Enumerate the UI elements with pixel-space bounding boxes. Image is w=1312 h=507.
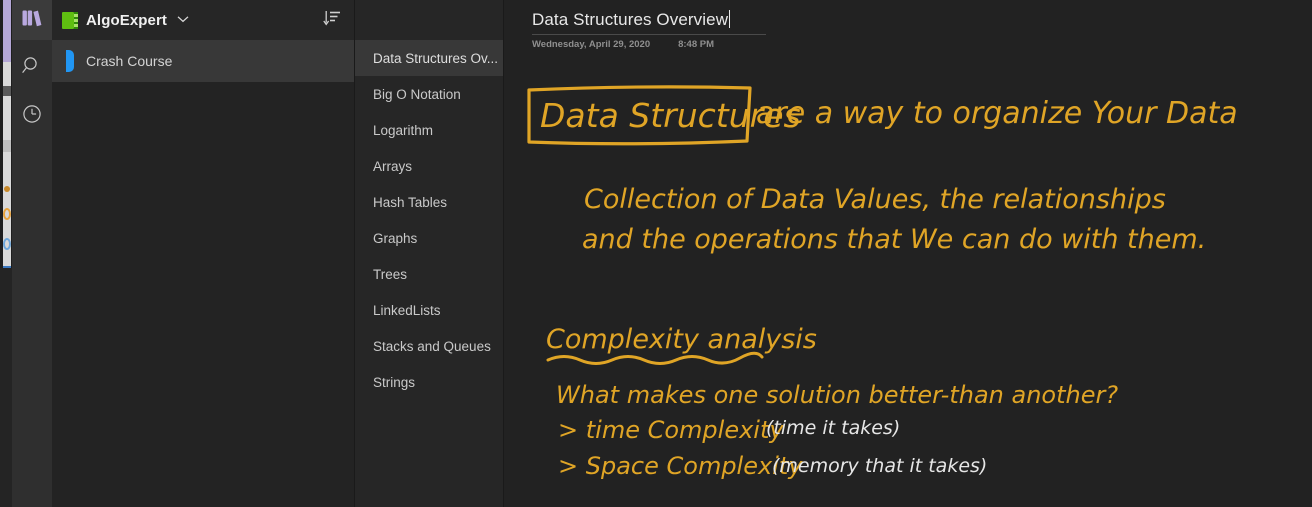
- ink-heading-boxed: Data Structures: [540, 96, 801, 135]
- background-window-ring-amber: [3, 208, 11, 220]
- recent-notes-icon: [21, 103, 43, 130]
- page-item-label: Strings: [373, 374, 416, 390]
- page-item-label: Logarithm: [373, 122, 434, 138]
- page-item-strings[interactable]: Strings: [355, 364, 503, 400]
- page-item-label: Data Structures Ov...: [373, 50, 499, 66]
- note-time[interactable]: 8:48 PM: [678, 39, 714, 50]
- ink-body-line-2: and the operations that We can do with t…: [582, 224, 1206, 255]
- page-item-stacks-and-queues[interactable]: Stacks and Queues: [355, 328, 503, 364]
- section-color-tab-icon: [66, 50, 74, 72]
- note-title-input[interactable]: Data Structures Overview: [532, 10, 772, 34]
- background-window-sliver[interactable]: [0, 0, 12, 507]
- note-title-text: Data Structures Overview: [532, 10, 729, 29]
- note-date[interactable]: Wednesday, April 29, 2020: [532, 39, 650, 50]
- background-window-chip-one: [3, 86, 11, 96]
- section-item-label: Crash Course: [86, 53, 173, 69]
- sections-empty-area: [52, 82, 354, 507]
- search-icon: [21, 55, 43, 82]
- page-item-data-structures-overview[interactable]: Data Structures Ov...: [355, 40, 503, 76]
- page-item-big-o-notation[interactable]: Big O Notation: [355, 76, 503, 112]
- notebook-header[interactable]: AlgoExpert: [52, 0, 354, 40]
- background-window-chip-two: [3, 140, 11, 152]
- sections-panel: AlgoExpert Crash Course: [52, 0, 355, 507]
- navigation-rail: [12, 0, 52, 507]
- ink-question: What makes one solution better-than anot…: [556, 381, 1118, 409]
- chevron-down-icon[interactable]: [177, 14, 189, 26]
- page-item-label: Stacks and Queues: [373, 338, 491, 354]
- onenote-window: AlgoExpert Crash Course Data Structures …: [0, 0, 1312, 507]
- background-window-accent-bar: [3, 0, 11, 62]
- rail-item-search[interactable]: [12, 48, 52, 88]
- ink-layer: Data Structures are a way to organize Yo…: [527, 85, 1238, 480]
- sort-button[interactable]: [318, 5, 348, 35]
- background-window-lower-dark: [0, 268, 12, 507]
- page-item-label: Arrays: [373, 158, 413, 174]
- rail-item-notebooks[interactable]: [12, 0, 52, 40]
- page-item-label: Hash Tables: [373, 194, 448, 210]
- page-item-label: Trees: [373, 266, 408, 282]
- ink-subheading: Complexity analysis: [546, 324, 817, 355]
- page-item-label: Big O Notation: [373, 86, 461, 102]
- page-item-label: Graphs: [373, 230, 418, 246]
- note-canvas[interactable]: Data Structures Overview Wednesday, Apri…: [504, 0, 1312, 507]
- pages-panel: Data Structures Ov... Big O Notation Log…: [355, 0, 504, 507]
- ink-bullet-1-key: > time Complexity: [558, 416, 784, 444]
- title-underline: [532, 34, 766, 35]
- note-metadata: Wednesday, April 29, 2020 8:48 PM: [532, 39, 772, 50]
- ink-bullet-2-note: (memory that it takes): [772, 455, 987, 477]
- page-item-arrays[interactable]: Arrays: [355, 148, 503, 184]
- background-window-ring-blue: [3, 238, 11, 250]
- notebook-name: AlgoExpert: [86, 11, 168, 29]
- text-caret: [729, 10, 731, 28]
- rail-item-recent-notes[interactable]: [12, 96, 52, 136]
- ink-bullet-1-note: (time it takes): [766, 417, 900, 439]
- background-window-dot-orange: [4, 186, 10, 192]
- section-item-crash-course[interactable]: Crash Course: [52, 40, 354, 82]
- sort-descending-icon: [323, 8, 343, 33]
- page-item-trees[interactable]: Trees: [355, 256, 503, 292]
- page-item-logarithm[interactable]: Logarithm: [355, 112, 503, 148]
- page-item-graphs[interactable]: Graphs: [355, 220, 503, 256]
- ink-body-line-1: Collection of Data Values, the relations…: [584, 184, 1166, 215]
- notebook-icon: [62, 11, 78, 29]
- page-item-linkedlists[interactable]: LinkedLists: [355, 292, 503, 328]
- page-item-hash-tables[interactable]: Hash Tables: [355, 184, 503, 220]
- pages-empty-area: [355, 400, 503, 507]
- notebooks-icon: [21, 9, 43, 32]
- note-title-block: Data Structures Overview Wednesday, Apri…: [532, 10, 772, 50]
- page-item-label: LinkedLists: [373, 302, 441, 318]
- ink-bullet-2-key: > Space Complexity: [558, 452, 803, 480]
- ink-wavy-underline: [546, 351, 764, 365]
- ink-heading-rest: are a way to organize Your Data: [756, 96, 1238, 131]
